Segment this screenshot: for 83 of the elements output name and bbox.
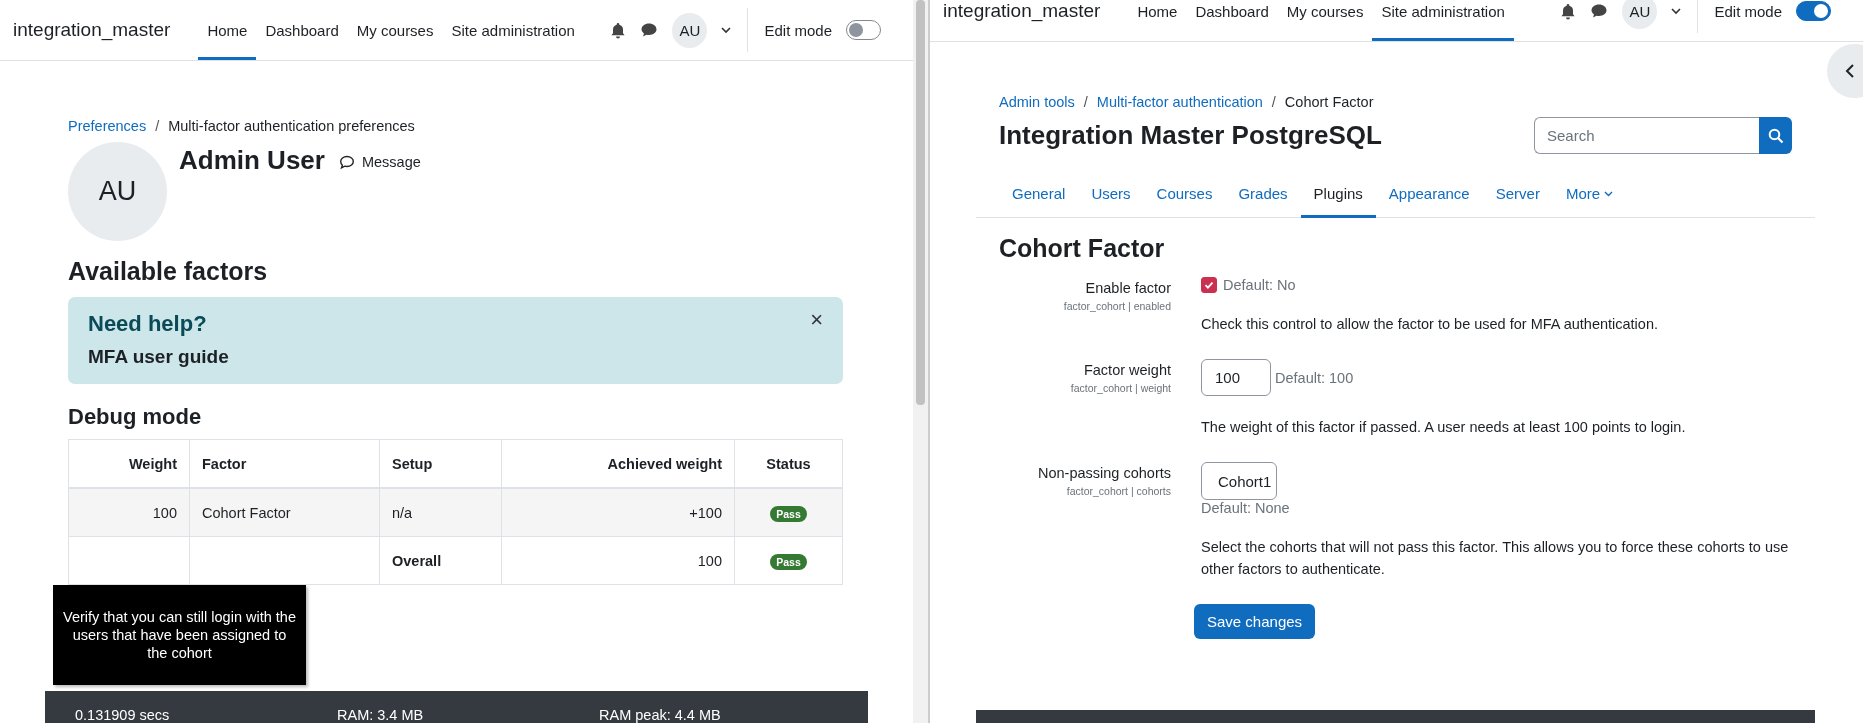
setting-description: Check this control to allow the factor to be used for MFA authentication. bbox=[1201, 315, 1659, 334]
chevron-left-icon bbox=[1845, 64, 1855, 78]
tooltip: Verify that you can still login with the users that have been assigned to the cohort bbox=[53, 585, 306, 685]
tab[interactable]: Grades bbox=[1225, 171, 1301, 218]
chevron-down-icon[interactable] bbox=[721, 26, 732, 34]
edit-mode-toggle[interactable] bbox=[1796, 1, 1831, 21]
search-field[interactable]: Search bbox=[1534, 117, 1759, 154]
performance-stat: RAM: 3.4 MB bbox=[337, 706, 425, 723]
breadcrumb-separator: / bbox=[155, 118, 160, 134]
nav-link[interactable]: Site administration bbox=[1372, 0, 1514, 41]
nav-link[interactable]: Home bbox=[198, 3, 257, 60]
user-avatar[interactable]: AU bbox=[1622, 0, 1658, 29]
nav-link[interactable]: My courses bbox=[1277, 0, 1373, 41]
breadcrumb-item: Multi-factor authentication preferences bbox=[168, 118, 415, 134]
tab[interactable]: More bbox=[1552, 171, 1627, 218]
nav-link[interactable]: Dashboard bbox=[256, 3, 348, 60]
breadcrumb-separator: / bbox=[1271, 94, 1276, 110]
nav-link[interactable]: Home bbox=[1128, 0, 1187, 41]
nav-link[interactable]: Dashboard bbox=[1186, 0, 1278, 41]
page-heading: Cohort Factor bbox=[999, 234, 1166, 263]
tab[interactable]: Plugins bbox=[1300, 171, 1376, 218]
tab[interactable]: General bbox=[999, 171, 1079, 218]
tab[interactable]: Server bbox=[1482, 171, 1553, 218]
checkbox[interactable] bbox=[1201, 277, 1217, 293]
save-button[interactable]: Save changes bbox=[1194, 604, 1316, 639]
speech-bubble-icon[interactable] bbox=[338, 154, 355, 170]
section-heading: Debug mode bbox=[68, 404, 203, 430]
setting-key: factor_cohort | cohorts bbox=[999, 485, 1171, 497]
table-cell: Cohort Factor bbox=[189, 488, 380, 537]
user-name: Admin User bbox=[179, 144, 325, 176]
breadcrumb-separator: / bbox=[1083, 94, 1088, 110]
input-field[interactable]: 100 bbox=[1201, 359, 1271, 396]
setting-description: The weight of this factor if passed. A user needs at least 100 points to login. bbox=[1201, 418, 1687, 437]
chat-icon[interactable] bbox=[640, 22, 659, 38]
tab[interactable]: Courses bbox=[1143, 171, 1226, 218]
status-badge: Pass bbox=[770, 553, 807, 570]
search-button[interactable] bbox=[1759, 117, 1792, 154]
checkmark-icon bbox=[1203, 279, 1215, 291]
edit-mode-label: Edit mode bbox=[1714, 2, 1782, 20]
site-name[interactable]: integration_master bbox=[13, 19, 171, 41]
edit-mode-label: Edit mode bbox=[764, 21, 832, 39]
breadcrumb-link[interactable]: Admin tools bbox=[999, 94, 1075, 110]
chevron-down-icon[interactable] bbox=[1671, 7, 1682, 15]
table-cell: +100 bbox=[501, 488, 735, 537]
default-value: Default: None bbox=[1201, 500, 1291, 516]
alert-title: Need help? bbox=[88, 311, 208, 337]
site-name[interactable]: integration_master bbox=[943, 0, 1101, 22]
tab[interactable]: Users bbox=[1078, 171, 1144, 218]
setting-label: Factor weight bbox=[1082, 362, 1171, 378]
site-title: Integration Master PostgreSQL bbox=[999, 120, 1382, 151]
setting-key: factor_cohort | enabled bbox=[999, 300, 1171, 312]
breadcrumb-link[interactable]: Multi-factor authentication bbox=[1096, 94, 1263, 110]
user-avatar[interactable]: AU bbox=[672, 12, 708, 48]
setting-label: Non-passing cohorts bbox=[1037, 465, 1171, 481]
setting-description: Select the cohorts that will not pass this factor. This allows you to force these cohorts to use other factors to authenticate. bbox=[1201, 538, 1790, 579]
chat-icon[interactable] bbox=[1590, 3, 1609, 19]
message-link[interactable]: Message bbox=[361, 154, 421, 170]
table-cell: 100 bbox=[501, 536, 735, 585]
user-guide-link[interactable]: MFA user guide bbox=[88, 346, 229, 368]
setting-label: Enable factor bbox=[1084, 280, 1171, 296]
table-cell: 100 bbox=[68, 488, 190, 537]
default-value: Default: No bbox=[1223, 277, 1296, 293]
bell-icon[interactable] bbox=[610, 21, 627, 39]
edit-mode-toggle[interactable] bbox=[846, 20, 881, 40]
table-cell: n/a bbox=[379, 488, 502, 537]
user-avatar: AU bbox=[68, 142, 167, 241]
performance-stat: 0.131909 secs bbox=[75, 706, 171, 723]
default-value: Default: 100 bbox=[1275, 369, 1354, 386]
tab[interactable]: Appearance bbox=[1375, 171, 1483, 218]
chevron-down-icon bbox=[1604, 191, 1614, 197]
close-button[interactable]: × bbox=[810, 311, 823, 368]
setting-key: factor_cohort | weight bbox=[999, 382, 1171, 394]
bell-icon[interactable] bbox=[1560, 2, 1577, 20]
section-heading: Available factors bbox=[68, 257, 269, 286]
status-badge: Pass bbox=[770, 505, 807, 522]
nav-link[interactable]: My courses bbox=[347, 3, 443, 60]
breadcrumb-item: Cohort Factor bbox=[1284, 94, 1374, 110]
performance-stat: RAM peak: 4.4 MB bbox=[599, 706, 722, 723]
select-list[interactable]: Cohort1 bbox=[1201, 462, 1278, 500]
table-cell: Overall bbox=[379, 536, 502, 585]
nav-link[interactable]: Site administration bbox=[442, 3, 584, 60]
search-icon bbox=[1767, 127, 1784, 144]
breadcrumb-link[interactable]: Preferences bbox=[68, 118, 147, 134]
